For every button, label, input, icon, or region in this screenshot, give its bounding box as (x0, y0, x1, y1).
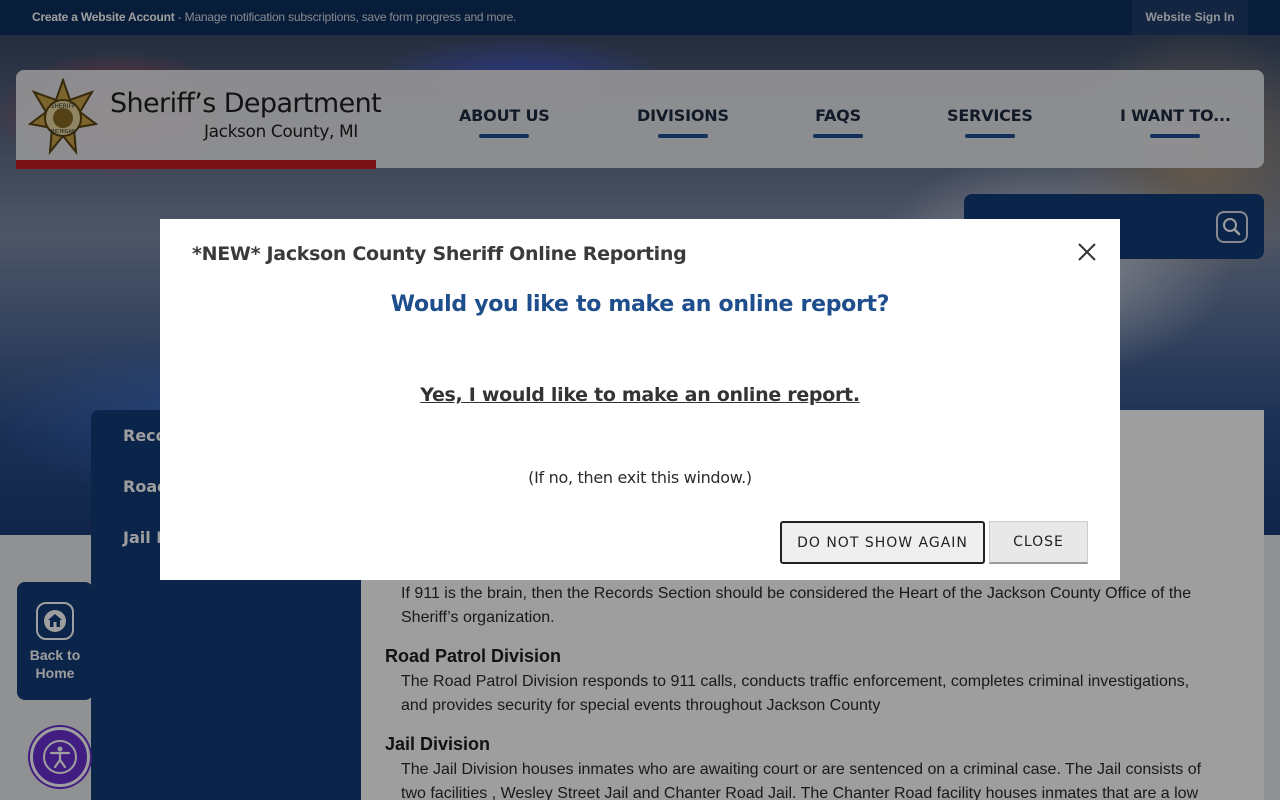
do-not-show-again-button[interactable]: DO NOT SHOW AGAIN (780, 521, 985, 564)
close-icon[interactable] (1074, 239, 1100, 265)
online-reporting-modal: *NEW* Jackson County Sheriff Online Repo… (160, 219, 1120, 580)
modal-question: Would you like to make an online report? (390, 292, 890, 317)
online-report-link[interactable]: Yes, I would like to make an online repo… (420, 384, 860, 406)
online-report-link-row: Yes, I would like to make an online repo… (160, 384, 1120, 406)
close-button[interactable]: CLOSE (989, 521, 1088, 564)
modal-title: *NEW* Jackson County Sheriff Online Repo… (192, 243, 687, 265)
modal-note: (If no, then exit this window.) (528, 468, 752, 487)
